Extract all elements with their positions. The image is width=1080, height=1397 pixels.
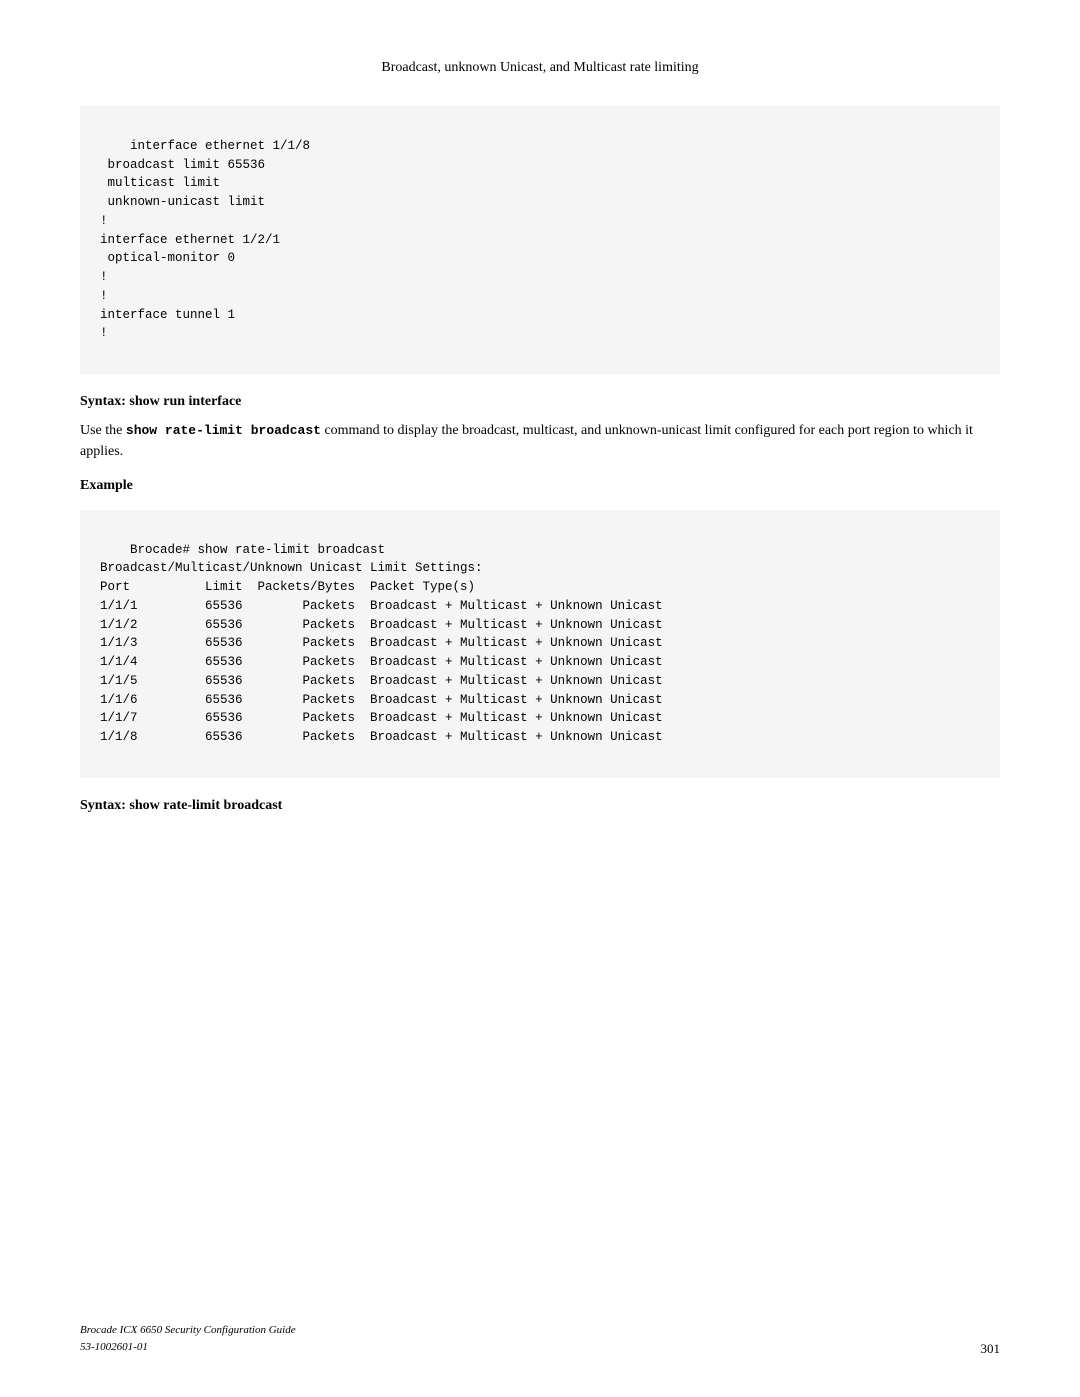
example-label-text: Example bbox=[80, 478, 133, 493]
syntax-1-heading: Syntax: show run interface bbox=[80, 394, 1000, 410]
body-paragraph: Use the show rate-limit broadcast comman… bbox=[80, 420, 1000, 462]
footer-doc-number: 53-1002601-01 bbox=[80, 1339, 296, 1357]
code-block-example: Brocade# show rate-limit broadcast Broad… bbox=[80, 510, 1000, 778]
code-block-interface-content: interface ethernet 1/1/8 broadcast limit… bbox=[100, 139, 310, 341]
body-bold-command: show rate-limit broadcast bbox=[126, 423, 321, 438]
footer-doc-title: Brocade ICX 6650 Security Configuration … bbox=[80, 1322, 296, 1340]
code-block-example-content: Brocade# show rate-limit broadcast Broad… bbox=[100, 543, 663, 745]
page-header-title: Broadcast, unknown Unicast, and Multicas… bbox=[381, 60, 698, 75]
syntax-1-label: Syntax: show run interface bbox=[80, 394, 241, 409]
code-block-interface: interface ethernet 1/1/8 broadcast limit… bbox=[80, 106, 1000, 374]
page-header: Broadcast, unknown Unicast, and Multicas… bbox=[80, 60, 1000, 76]
footer-left: Brocade ICX 6650 Security Configuration … bbox=[80, 1322, 296, 1357]
page-footer: Brocade ICX 6650 Security Configuration … bbox=[80, 1322, 1000, 1357]
footer-page-number: 301 bbox=[981, 1341, 1001, 1357]
page: Broadcast, unknown Unicast, and Multicas… bbox=[0, 0, 1080, 1397]
example-label: Example bbox=[80, 478, 1000, 494]
syntax-2-label: Syntax: show rate-limit broadcast bbox=[80, 798, 282, 813]
syntax-2-heading: Syntax: show rate-limit broadcast bbox=[80, 798, 1000, 814]
body-text-before: Use the bbox=[80, 423, 126, 438]
